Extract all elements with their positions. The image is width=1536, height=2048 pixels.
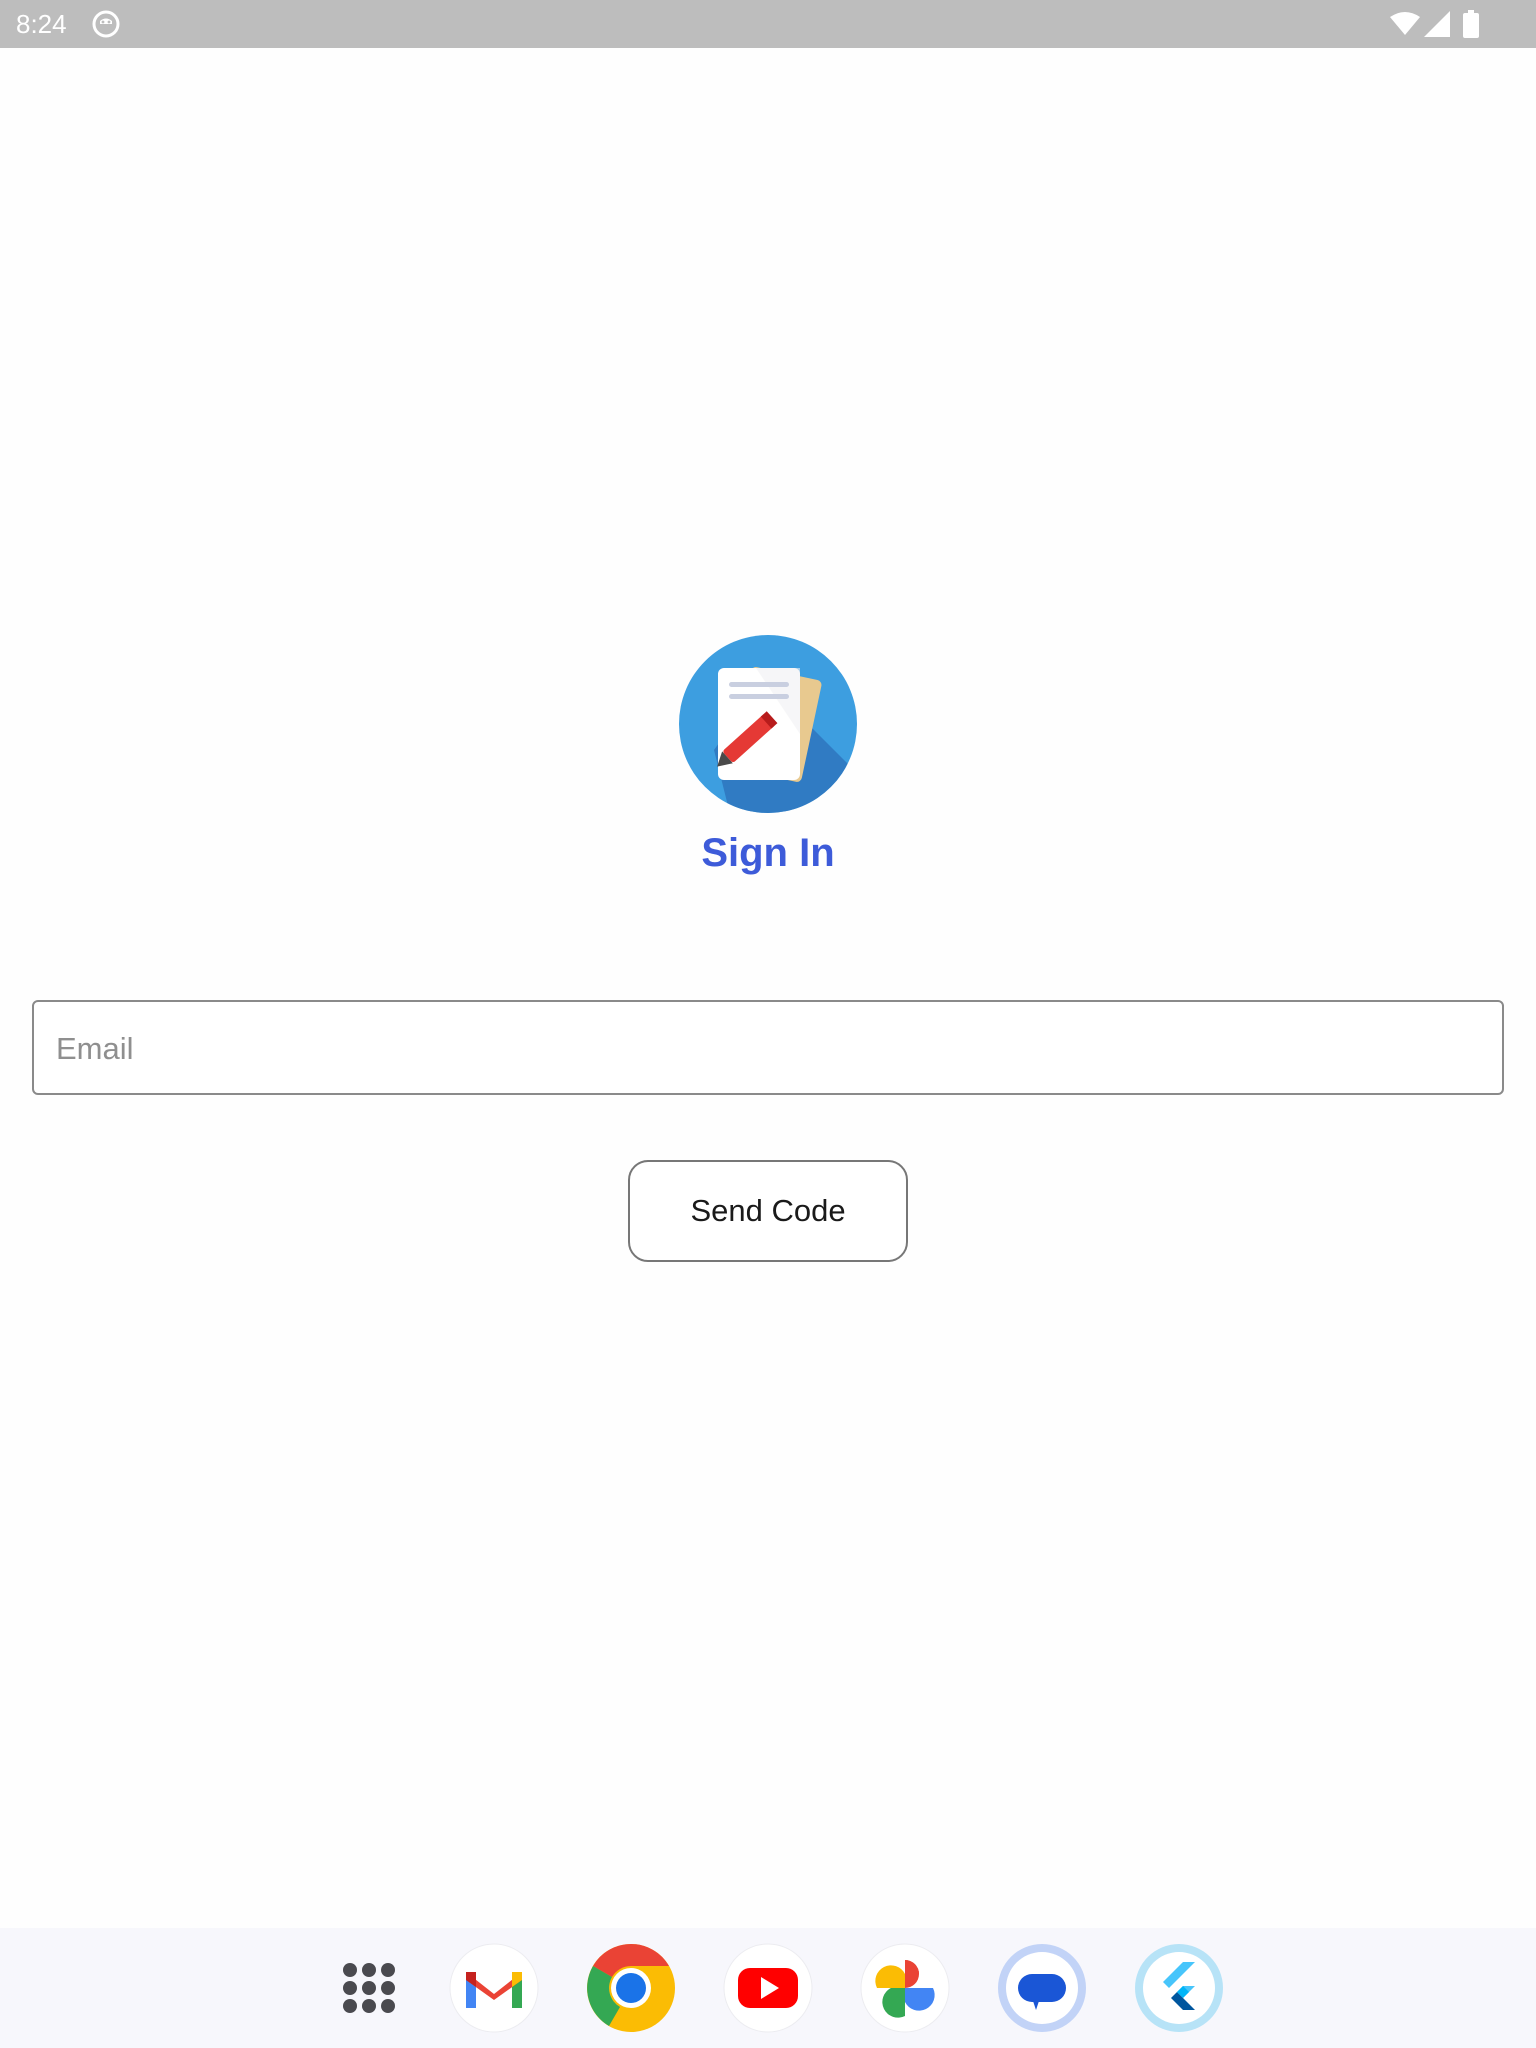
wifi-icon (1390, 12, 1420, 35)
email-field[interactable] (32, 1000, 1504, 1095)
sign-in-title: Sign In (701, 831, 835, 875)
chrome-icon[interactable] (585, 1942, 677, 2034)
battery-icon (1463, 10, 1479, 38)
apps-grid-icon[interactable] (323, 1942, 415, 2034)
status-bar: 8:24 (0, 0, 1536, 48)
photos-icon[interactable] (859, 1942, 951, 2034)
gmail-icon[interactable] (448, 1942, 540, 2034)
messages-icon[interactable] (996, 1942, 1088, 2034)
flutter-icon[interactable] (1133, 1942, 1225, 2034)
status-time: 8:24 (16, 9, 67, 39)
app-logo-icon (679, 635, 857, 813)
signal-icon (1424, 11, 1450, 37)
send-code-button[interactable]: Send Code (628, 1160, 908, 1262)
app-dock (0, 1928, 1536, 2048)
email-input[interactable] (56, 1024, 1476, 1074)
app-notification-icon (92, 10, 120, 38)
youtube-icon[interactable] (722, 1942, 814, 2034)
